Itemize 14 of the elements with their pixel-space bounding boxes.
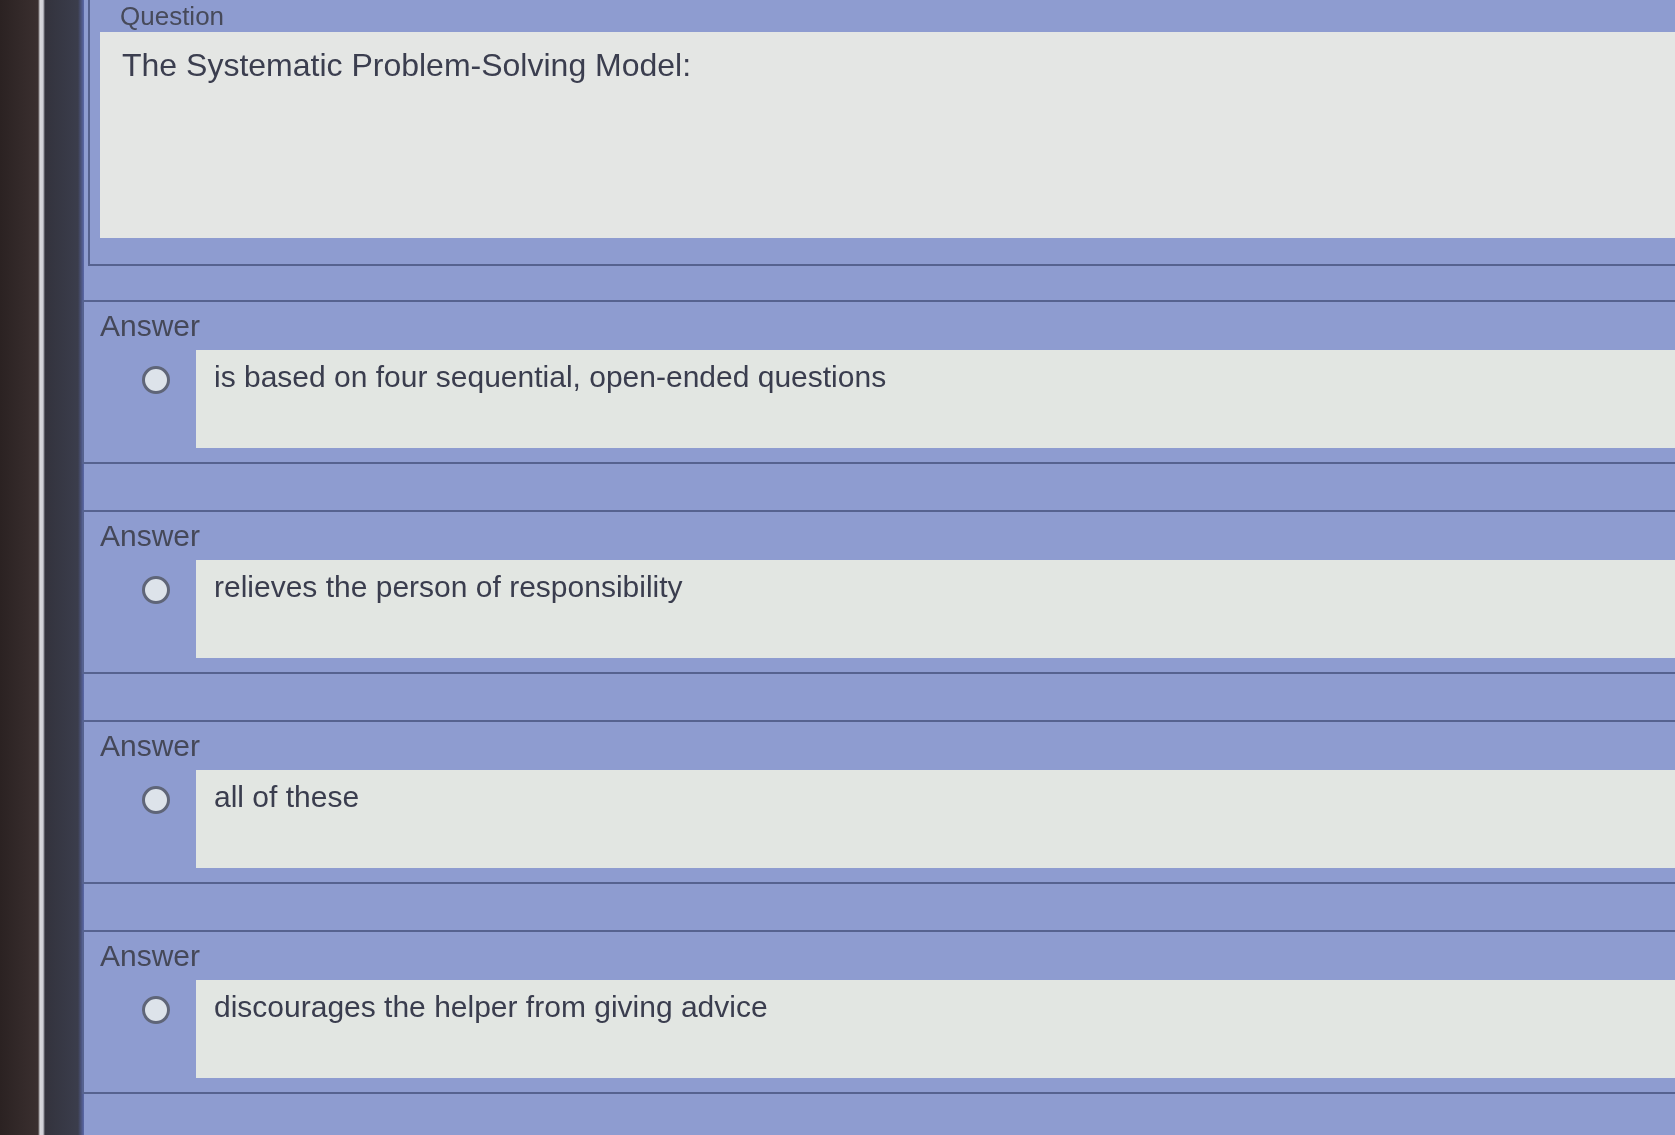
radio-button[interactable] xyxy=(142,366,170,394)
question-text: The Systematic Problem-Solving Model: xyxy=(122,46,692,84)
radio-button[interactable] xyxy=(142,996,170,1024)
answer-text: relieves the person of responsibility xyxy=(214,569,683,605)
answer-label: Answer xyxy=(100,518,201,554)
answer-label: Answer xyxy=(100,728,201,764)
radio-button[interactable] xyxy=(142,786,170,814)
answer-text: all of these xyxy=(214,779,360,815)
question-label: Question xyxy=(120,0,225,32)
answer-text: discourages the helper from giving advice xyxy=(214,989,768,1025)
answer-label: Answer xyxy=(100,308,201,344)
answer-text: is based on four sequential, open-ended questions xyxy=(214,359,887,395)
radio-button[interactable] xyxy=(142,576,170,604)
answer-label: Answer xyxy=(100,938,201,974)
